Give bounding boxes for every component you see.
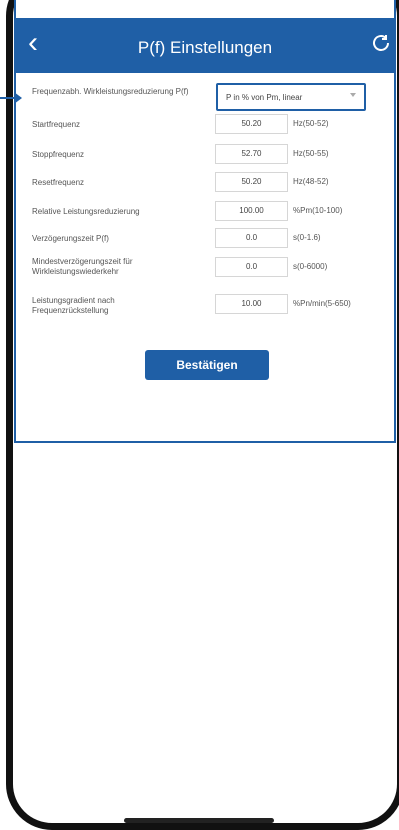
stop-frequency-input[interactable]: 52.70 [215,144,288,164]
chevron-down-icon [350,93,356,97]
reset-frequency-label: Resetfrequenz [32,178,85,187]
refresh-icon[interactable] [370,32,392,54]
app-header: ‹ P(f) Einstellungen [14,18,396,73]
min-delay-time-label: Mindestverzögerungszeit für Wirkleistung… [32,257,133,276]
relative-reduction-label: Relative Leistungsreduzierung [32,207,140,216]
stop-frequency-label: Stoppfrequenz [32,150,85,159]
reset-frequency-input[interactable]: 50.20 [215,172,288,192]
home-indicator [124,818,274,823]
delay-time-range: s(0-1.6) [293,233,321,242]
page-title: P(f) Einstellungen [137,38,273,57]
reset-frequency-range: Hz(48-52) [293,177,329,186]
delay-time-input[interactable]: 0.0 [215,228,288,248]
min-delay-time-input[interactable]: 0.0 [215,257,288,277]
confirm-button[interactable]: Bestätigen [145,350,269,380]
start-frequency-label: Startfrequenz [32,120,81,129]
stop-frequency-range: Hz(50-55) [293,149,329,158]
frequency-reduction-value: P in % von Pm, linear [226,93,303,102]
power-gradient-input[interactable]: 10.00 [215,294,288,314]
min-delay-time-range: s(0-6000) [293,262,328,271]
start-frequency-input[interactable]: 50.20 [215,114,288,134]
start-frequency-range: Hz(50-52) [293,119,329,128]
power-gradient-label: Leistungsgradient nach Frequenzrückstell… [32,296,115,315]
power-gradient-range: %Pn/min(5-650) [293,299,351,308]
relative-reduction-range: %Pm(10-100) [293,206,343,215]
frequency-reduction-label: Frequenzabh. Wirkleistungsreduzierung P(… [32,87,189,96]
callout-arrow-icon [14,92,22,104]
delay-time-label: Verzögerungszeit P(f) [32,234,109,243]
relative-reduction-input[interactable]: 100.00 [215,201,288,221]
frequency-reduction-select[interactable]: P in % von Pm, linear [216,83,366,111]
